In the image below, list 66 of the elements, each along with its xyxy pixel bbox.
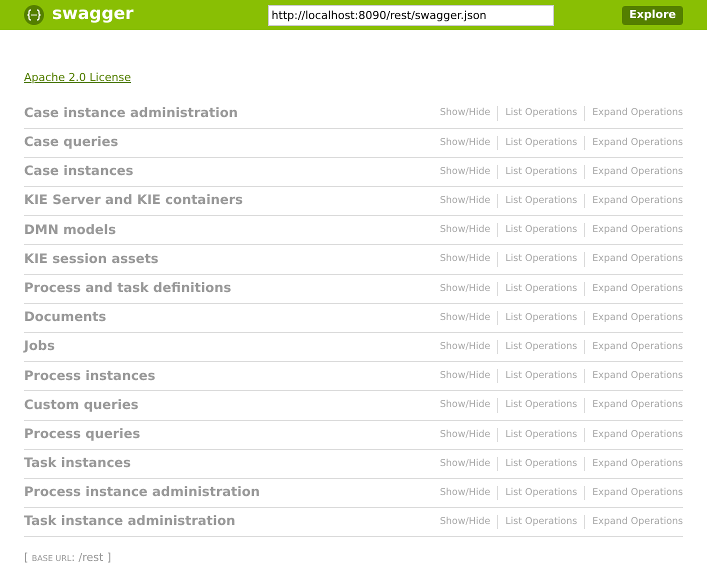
resource-action-link[interactable]: List Operations xyxy=(497,398,584,413)
resource-action-link[interactable]: List Operations xyxy=(497,252,584,267)
resource-action-link[interactable]: Show/Hide xyxy=(432,456,498,471)
resource-title[interactable]: Jobs xyxy=(24,337,55,357)
logo-icon xyxy=(24,5,44,25)
resource-action-link[interactable]: Expand Operations xyxy=(584,136,683,150)
resource-action-link[interactable]: Show/Hide xyxy=(432,136,498,150)
resource-action-link[interactable]: List Operations xyxy=(497,369,584,384)
resource-action-link[interactable]: Show/Hide xyxy=(432,369,498,384)
resource-action-link[interactable]: Expand Operations xyxy=(584,310,683,326)
resource-action-link[interactable]: Expand Operations xyxy=(584,515,683,530)
resource-action-link[interactable]: Expand Operations xyxy=(584,340,683,354)
resource-action-link[interactable]: Show/Hide xyxy=(432,398,498,413)
resource-action-link[interactable]: List Operations xyxy=(497,340,584,354)
resource-action-link[interactable]: Show/Hide xyxy=(432,310,498,326)
resource-action-link[interactable]: Expand Operations xyxy=(584,252,683,267)
resource-action-link[interactable]: List Operations xyxy=(497,282,584,296)
resource-action-link[interactable]: Expand Operations xyxy=(584,164,683,180)
resource-action-link[interactable]: Show/Hide xyxy=(432,106,498,121)
resource-title[interactable]: Documents xyxy=(24,308,106,328)
resource-title[interactable]: Task instance administration xyxy=(24,512,236,532)
resource-action-link[interactable]: List Operations xyxy=(497,106,584,121)
resource-title[interactable]: Custom queries xyxy=(24,396,139,416)
resource-title[interactable]: Process and task definitions xyxy=(24,278,232,298)
base-url-text: [ BASE URL: /rest ] xyxy=(24,550,112,566)
url-field[interactable]: http://localhost:8090/rest/swagger.json xyxy=(268,4,554,26)
resource-title[interactable]: KIE session assets xyxy=(24,250,159,270)
resource-action-link[interactable]: Expand Operations xyxy=(584,398,683,413)
resource-action-link[interactable]: Show/Hide xyxy=(432,252,498,267)
resource-action-link[interactable]: Expand Operations xyxy=(584,282,683,296)
resource-action-link[interactable]: List Operations xyxy=(497,194,584,208)
resource-action-link[interactable]: Show/Hide xyxy=(432,340,498,354)
resource-action-link[interactable]: List Operations xyxy=(497,515,584,530)
resource-title[interactable]: Case queries xyxy=(24,133,118,153)
resource-action-link[interactable]: Expand Operations xyxy=(584,369,683,384)
resource-title[interactable]: Process instances xyxy=(24,366,156,386)
resource-action-link[interactable]: Show/Hide xyxy=(432,282,498,296)
resource-title[interactable]: Process queries xyxy=(24,424,140,444)
resource-action-link[interactable]: Expand Operations xyxy=(584,486,683,500)
resource-title[interactable]: Case instance administration xyxy=(24,104,238,124)
resource-action-link[interactable]: List Operations xyxy=(497,456,584,471)
license-link[interactable]: Apache 2.0 License xyxy=(24,70,131,86)
resource-title[interactable]: KIE Server and KIE containers xyxy=(24,191,243,211)
resource-action-link[interactable]: List Operations xyxy=(497,136,584,150)
resource-action-link[interactable]: Show/Hide xyxy=(432,164,498,180)
resource-action-link[interactable]: Expand Operations xyxy=(584,428,683,442)
resource-action-link[interactable]: Show/Hide xyxy=(432,515,498,530)
resource-action-link[interactable]: Expand Operations xyxy=(584,223,683,238)
explore-button[interactable]: Explore xyxy=(622,6,683,24)
resource-action-link[interactable]: List Operations xyxy=(497,310,584,326)
resource-action-link[interactable]: List Operations xyxy=(497,164,584,180)
resource-action-link[interactable]: Show/Hide xyxy=(432,428,498,442)
resource-title[interactable]: Case instances xyxy=(24,162,134,182)
resource-title[interactable]: Process instance administration xyxy=(24,483,260,503)
resource-title[interactable]: DMN models xyxy=(24,220,116,240)
resource-action-link[interactable]: List Operations xyxy=(497,486,584,500)
resource-action-link[interactable]: Show/Hide xyxy=(432,486,498,500)
resource-action-link[interactable]: List Operations xyxy=(497,428,584,442)
resource-action-link[interactable]: Expand Operations xyxy=(584,456,683,471)
logo-text: swagger xyxy=(52,3,134,26)
resource-action-link[interactable]: Expand Operations xyxy=(584,106,683,121)
resource-action-link[interactable]: List Operations xyxy=(497,223,584,238)
resource-action-link[interactable]: Show/Hide xyxy=(432,194,498,208)
resource-action-link[interactable]: Expand Operations xyxy=(584,194,683,208)
resource-action-link[interactable]: Show/Hide xyxy=(432,223,498,238)
resource-title[interactable]: Task instances xyxy=(24,454,131,474)
